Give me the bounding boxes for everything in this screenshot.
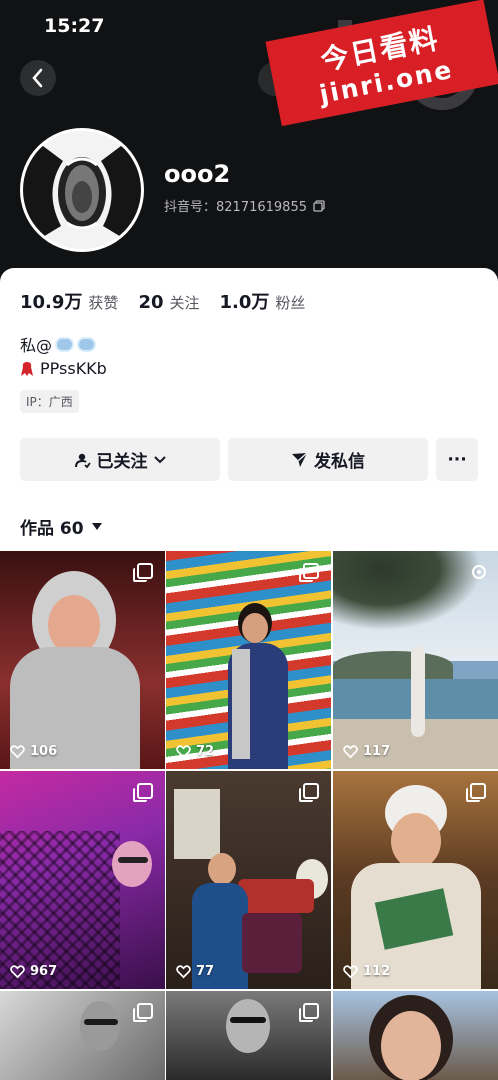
chevron-down-icon: [153, 455, 166, 463]
bio-line-1: 私@: [20, 332, 97, 356]
heart-outline-icon: [176, 965, 191, 979]
post-tile[interactable]: 77: [166, 771, 331, 989]
tab-works-label: 作品 60: [20, 519, 84, 539]
stat-following-label: 关注: [169, 294, 200, 312]
follow-status-button[interactable]: 已关注: [20, 438, 220, 481]
multi-image-icon: [133, 563, 153, 582]
send-message-button[interactable]: 发私信: [228, 438, 428, 481]
ribbon-icon: [21, 361, 33, 376]
stat-following-count: 20: [138, 292, 164, 313]
post-likes-count: 72: [196, 744, 215, 759]
multi-image-icon: [133, 1003, 153, 1022]
stat-likes-count: 10.9万: [20, 292, 83, 313]
post-tile[interactable]: [333, 991, 498, 1080]
post-likes: 117: [343, 744, 390, 759]
copy-icon[interactable]: [313, 199, 325, 212]
multi-image-icon: [299, 783, 319, 802]
heart-outline-icon: [343, 745, 358, 759]
stat-likes: 10.9万 获赞: [20, 288, 118, 314]
post-likes-count: 967: [30, 964, 58, 979]
post-tile[interactable]: [0, 991, 165, 1080]
douyin-id[interactable]: 抖音号：82171619855: [164, 196, 325, 215]
bio-line-2: PPssKKb: [20, 359, 107, 378]
stat-followers-label: 粉丝: [275, 294, 306, 312]
heart-outline-icon: [343, 965, 358, 979]
post-tile[interactable]: 967: [0, 771, 165, 989]
post-likes: 106: [10, 744, 57, 759]
post-likes: 112: [343, 964, 390, 979]
post-likes: 967: [10, 964, 57, 979]
status-time: 15:27: [44, 15, 105, 37]
person-check-icon: [74, 453, 91, 468]
stats-row: 10.9万 获赞 20 关注 1.0万 粉丝: [20, 288, 325, 314]
cloud-bubble-icon: [77, 336, 97, 352]
post-likes: 72: [176, 744, 214, 759]
watermark: 今日看料 jinri.one: [265, 0, 498, 127]
post-tile[interactable]: 117: [333, 551, 498, 769]
more-options-button[interactable]: ···: [436, 438, 478, 481]
avatar[interactable]: [20, 128, 144, 252]
ip-location-tag: IP：广西: [20, 390, 79, 413]
heart-outline-icon: [10, 965, 25, 979]
back-button[interactable]: [20, 60, 56, 96]
heart-outline-icon: [10, 745, 25, 759]
post-likes-count: 112: [363, 964, 391, 979]
multi-image-icon: [466, 783, 486, 802]
settings-icon: [472, 565, 486, 579]
multi-image-icon: [299, 1003, 319, 1022]
bio-text-1: 私@: [20, 336, 53, 355]
nickname: ooo2: [164, 160, 231, 188]
stat-likes-label: 获赞: [88, 294, 119, 312]
cloud-bubble-icon: [55, 336, 75, 352]
post-tile[interactable]: [166, 991, 331, 1080]
post-likes-count: 77: [196, 964, 215, 979]
more-options-label: ···: [447, 449, 467, 470]
post-likes: 77: [176, 964, 214, 979]
bio-text-2: PPssKKb: [40, 359, 107, 378]
send-message-label: 发私信: [314, 452, 365, 472]
stat-followers[interactable]: 1.0万 粉丝: [220, 288, 306, 314]
tab-works[interactable]: 作品 60: [20, 514, 102, 539]
avatar-image: [23, 131, 141, 249]
stat-followers-count: 1.0万: [219, 292, 270, 313]
send-icon: [292, 451, 308, 467]
follow-status-label: 已关注: [96, 452, 148, 472]
profile-header: 15:27 ooo2 抖音号：82171619855 今日看料 jinri.on…: [0, 0, 498, 285]
heart-outline-icon: [176, 745, 191, 759]
post-tile[interactable]: 72: [166, 551, 331, 769]
post-likes-count: 106: [30, 744, 58, 759]
multi-image-icon: [133, 783, 153, 802]
post-likes-count: 117: [363, 744, 391, 759]
stat-following[interactable]: 20 关注: [138, 292, 199, 313]
post-tile[interactable]: 112: [333, 771, 498, 989]
multi-image-icon: [299, 563, 319, 582]
douyin-id-text: 抖音号：82171619855: [164, 200, 307, 215]
caret-down-icon: [91, 523, 102, 530]
post-tile[interactable]: 106: [0, 551, 165, 769]
chevron-left-icon: [32, 68, 43, 88]
